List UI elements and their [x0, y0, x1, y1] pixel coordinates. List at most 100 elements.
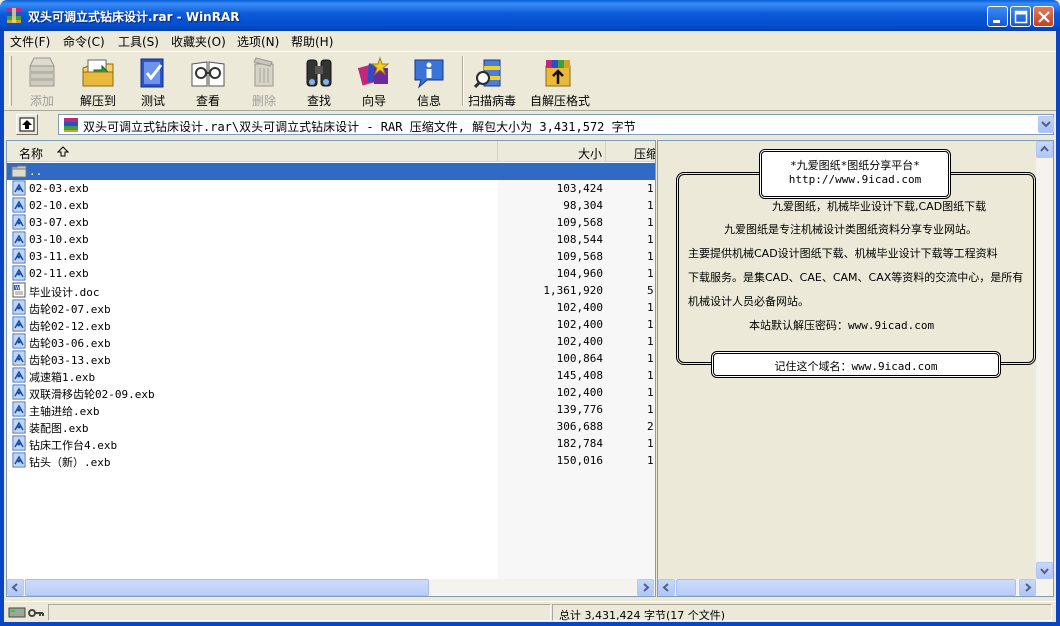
comment-pane[interactable]: 九爱图纸，机械毕业设计下载,CAD图纸下载 九爱图纸是专注机械设计类图纸资料分享…	[657, 140, 1054, 597]
info-button[interactable]: 信息	[401, 54, 457, 108]
file-row[interactable]: 钻床工作台4.exb 182,784 1	[7, 435, 655, 452]
file-row[interactable]: 齿轮02-12.exb 102,400 1	[7, 316, 655, 333]
file-packed-size: 5	[647, 284, 654, 297]
address-dropdown-button[interactable]	[1038, 116, 1054, 133]
toolbar-grip[interactable]	[9, 56, 12, 106]
test-button[interactable]: 测试	[125, 54, 181, 108]
file-packed-size: 1	[647, 403, 654, 416]
file-list-horizontal-scrollbar[interactable]	[7, 579, 655, 596]
parent-folder-row[interactable]: ..	[7, 163, 655, 180]
view-icon	[191, 61, 225, 87]
file-packed-size: 1	[647, 369, 654, 382]
menu-favorites[interactable]: 收藏夹(O)	[171, 33, 226, 50]
scroll-down-button[interactable]	[1036, 562, 1053, 579]
scroll-left-button[interactable]	[7, 579, 24, 596]
file-packed-size: 1	[647, 267, 654, 280]
wizard-label: 向导	[361, 94, 386, 108]
file-size: 100,864	[556, 352, 603, 365]
file-name: 毕业设计.doc	[29, 286, 100, 299]
menu-file[interactable]: 文件(F)	[10, 33, 50, 50]
address-combobox[interactable]: 双头可调立式钻床设计.rar\双头可调立式钻床设计 - RAR 压缩文件, 解包…	[58, 114, 1054, 135]
file-packed-size: 2	[647, 420, 654, 433]
menu-commands[interactable]: 命令(C)	[63, 33, 105, 50]
file-size: 109,568	[556, 250, 603, 263]
address-path: 双头可调立式钻床设计.rar\双头可调立式钻床设计 - RAR 压缩文件, 解包…	[83, 120, 636, 134]
up-arrow-icon	[19, 117, 35, 132]
column-size-label: 大小	[578, 147, 603, 161]
file-packed-size: 1	[647, 199, 654, 212]
virus-scan-button[interactable]: 扫描病毒	[464, 54, 520, 108]
file-row[interactable]: 装配图.exb 306,688 2	[7, 418, 655, 435]
add-button[interactable]: 添加	[14, 54, 70, 108]
file-name: ..	[29, 165, 43, 178]
file-name: 02-10.exb	[29, 199, 89, 212]
column-packed-header[interactable]: 压缩	[606, 141, 656, 162]
file-row[interactable]: 双联滑移齿轮02-09.exb 102,400 1	[7, 384, 655, 401]
virus-scan-icon	[474, 59, 501, 89]
scroll-left-button[interactable]	[658, 579, 675, 596]
delete-button[interactable]: 删除	[236, 54, 292, 108]
file-size: 102,400	[556, 386, 603, 399]
virus-scan-label: 扫描病毒	[467, 94, 516, 108]
comment-header-box: *九爱图纸*图纸分享平台* http://www.9icad.com	[759, 149, 951, 199]
file-row[interactable]: 钻头（新）.exb 150,016 1	[7, 452, 655, 469]
file-row[interactable]: W 毕业设计.doc 1,361,920 5	[7, 282, 655, 299]
find-label: 查找	[306, 94, 331, 108]
up-folder-button[interactable]	[16, 114, 38, 135]
file-row[interactable]: 02-10.exb 98,304 1	[7, 197, 655, 214]
menu-tools[interactable]: 工具(S)	[118, 33, 159, 50]
test-label: 测试	[140, 94, 165, 108]
scroll-thumb[interactable]	[25, 579, 429, 596]
scroll-right-button[interactable]	[1019, 579, 1036, 596]
scroll-right-button[interactable]	[637, 579, 654, 596]
file-name: 装配图.exb	[29, 422, 89, 435]
maximize-button[interactable]	[1010, 6, 1031, 27]
comment-vertical-scrollbar[interactable]	[1036, 141, 1053, 579]
file-size: 306,688	[556, 420, 603, 433]
rar-archive-icon	[64, 118, 78, 132]
winrar-app-icon	[7, 8, 21, 23]
column-packed-label: 压缩	[634, 147, 656, 161]
info-icon	[414, 59, 444, 89]
chevron-right-icon	[643, 583, 650, 592]
comment-horizontal-scrollbar[interactable]	[658, 579, 1053, 596]
scroll-thumb[interactable]	[676, 579, 1016, 596]
file-list-pane[interactable]: 名称 大小 压缩 .. 02-03.exb 103,424 1 02-10.exb 98,…	[6, 140, 656, 597]
address-bar-row: 双头可调立式钻床设计.rar\双头可调立式钻床设计 - RAR 压缩文件, 解包…	[4, 112, 1056, 138]
close-button[interactable]	[1033, 6, 1054, 27]
file-row[interactable]: 02-03.exb 103,424 1	[7, 180, 655, 197]
file-name: 03-11.exb	[29, 250, 89, 263]
wizard-button[interactable]: 向导	[346, 54, 402, 108]
view-button[interactable]: 查看	[180, 54, 236, 108]
file-name: 03-07.exb	[29, 216, 89, 229]
column-name-header[interactable]: 名称	[7, 141, 498, 162]
file-size: 150,016	[556, 454, 603, 467]
chevron-right-icon	[1025, 583, 1032, 592]
file-row[interactable]: 齿轮03-06.exb 102,400 1	[7, 333, 655, 350]
title-bar[interactable]: 双头可调立式钻床设计.rar - WinRAR	[0, 0, 1060, 31]
comment-footer-box: 记住这个域名：www.9icad.com	[711, 351, 1001, 378]
file-row[interactable]: 齿轮03-13.exb 100,864 1	[7, 350, 655, 367]
toolbar: 添加 解压到 测试 查看 删除 查找 向导 信息 扫描病毒 自解压格式	[4, 51, 1056, 111]
chevron-left-icon	[11, 583, 18, 592]
sfx-button[interactable]: 自解压格式	[530, 54, 590, 108]
file-row[interactable]: 03-11.exb 109,568 1	[7, 248, 655, 265]
column-size-header[interactable]: 大小	[498, 141, 606, 162]
file-row[interactable]: 齿轮02-07.exb 102,400 1	[7, 299, 655, 316]
menu-help[interactable]: 帮助(H)	[291, 33, 333, 50]
file-row[interactable]: 03-07.exb 109,568 1	[7, 214, 655, 231]
find-button[interactable]: 查找	[291, 54, 347, 108]
file-row[interactable]: 减速箱1.exb 145,408 1	[7, 367, 655, 384]
file-name: 主轴进给.exb	[29, 405, 100, 418]
file-row[interactable]: 02-11.exb 104,960 1	[7, 265, 655, 282]
minimize-button[interactable]	[987, 6, 1008, 27]
find-icon	[306, 59, 332, 87]
status-total-text: 总计 3,431,424 字节(17 个文件)	[559, 609, 726, 622]
file-size: 145,408	[556, 369, 603, 382]
file-row[interactable]: 03-10.exb 108,544 1	[7, 231, 655, 248]
menu-options[interactable]: 选项(N)	[237, 33, 279, 50]
file-row[interactable]: 主轴进给.exb 139,776 1	[7, 401, 655, 418]
extract-to-button[interactable]: 解压到	[70, 54, 126, 108]
file-size: 98,304	[563, 199, 603, 212]
scroll-up-button[interactable]	[1036, 141, 1053, 158]
